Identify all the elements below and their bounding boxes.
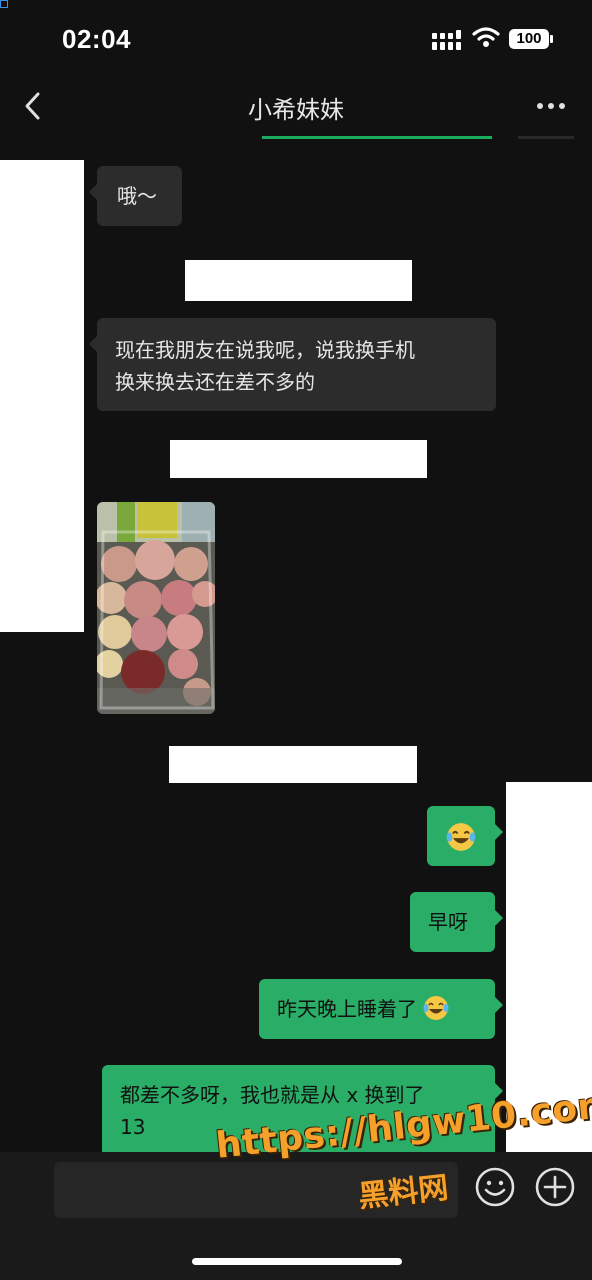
message-bubble-incoming[interactable]: 哦～: [89, 166, 182, 226]
status-bar: 02:04 100: [0, 0, 592, 78]
chat-title: 小希妹妹: [248, 96, 344, 124]
redaction-block-avatar-left: [0, 160, 84, 632]
message-bubble-outgoing[interactable]: 早呀: [410, 892, 503, 952]
redaction-block-timestamp: [185, 260, 412, 301]
message-bubble-outgoing[interactable]: 昨天晚上睡着了: [259, 979, 503, 1039]
battery-level: 100: [516, 30, 542, 47]
message-bubble-incoming[interactable]: 现在我朋友在说我呢，说我换手机 换来换去还在差不多的: [89, 318, 496, 411]
image-message-lychees[interactable]: [97, 502, 215, 714]
home-indicator[interactable]: [192, 1258, 402, 1265]
signal-icon: [432, 30, 461, 50]
title-underline-right: [518, 136, 574, 139]
title-underline: [262, 136, 492, 139]
chat-screen: 02:04 100 小希妹妹 哦～ 现在我朋友在说我呢，说我换手机 换来换去还在…: [0, 0, 592, 1280]
chat-header: 小希妹妹: [0, 78, 592, 140]
watermark-name: 黑料网: [356, 1170, 451, 1215]
status-time: 02:04: [62, 24, 131, 54]
message-text: 哦～: [117, 184, 157, 208]
message-text-line: 换来换去还在差不多的: [115, 370, 315, 394]
emoji-button-smiley-icon[interactable]: [474, 1166, 516, 1208]
laughing-crying-emoji-icon: [423, 996, 449, 1020]
message-text: 昨天晚上睡着了: [277, 997, 417, 1021]
plus-button-plus-circle-icon[interactable]: [534, 1166, 576, 1208]
redaction-block-timestamp: [169, 746, 417, 783]
lychee-photo: [97, 502, 215, 714]
more-button[interactable]: [534, 96, 568, 116]
laughing-crying-emoji-icon: [446, 823, 476, 851]
message-text: 早呀: [428, 910, 468, 934]
redaction-block-timestamp: [170, 440, 427, 478]
message-bubble-outgoing[interactable]: [427, 806, 503, 866]
wifi-icon: [472, 27, 500, 47]
message-text-line: 现在我朋友在说我呢，说我换手机: [115, 338, 415, 362]
